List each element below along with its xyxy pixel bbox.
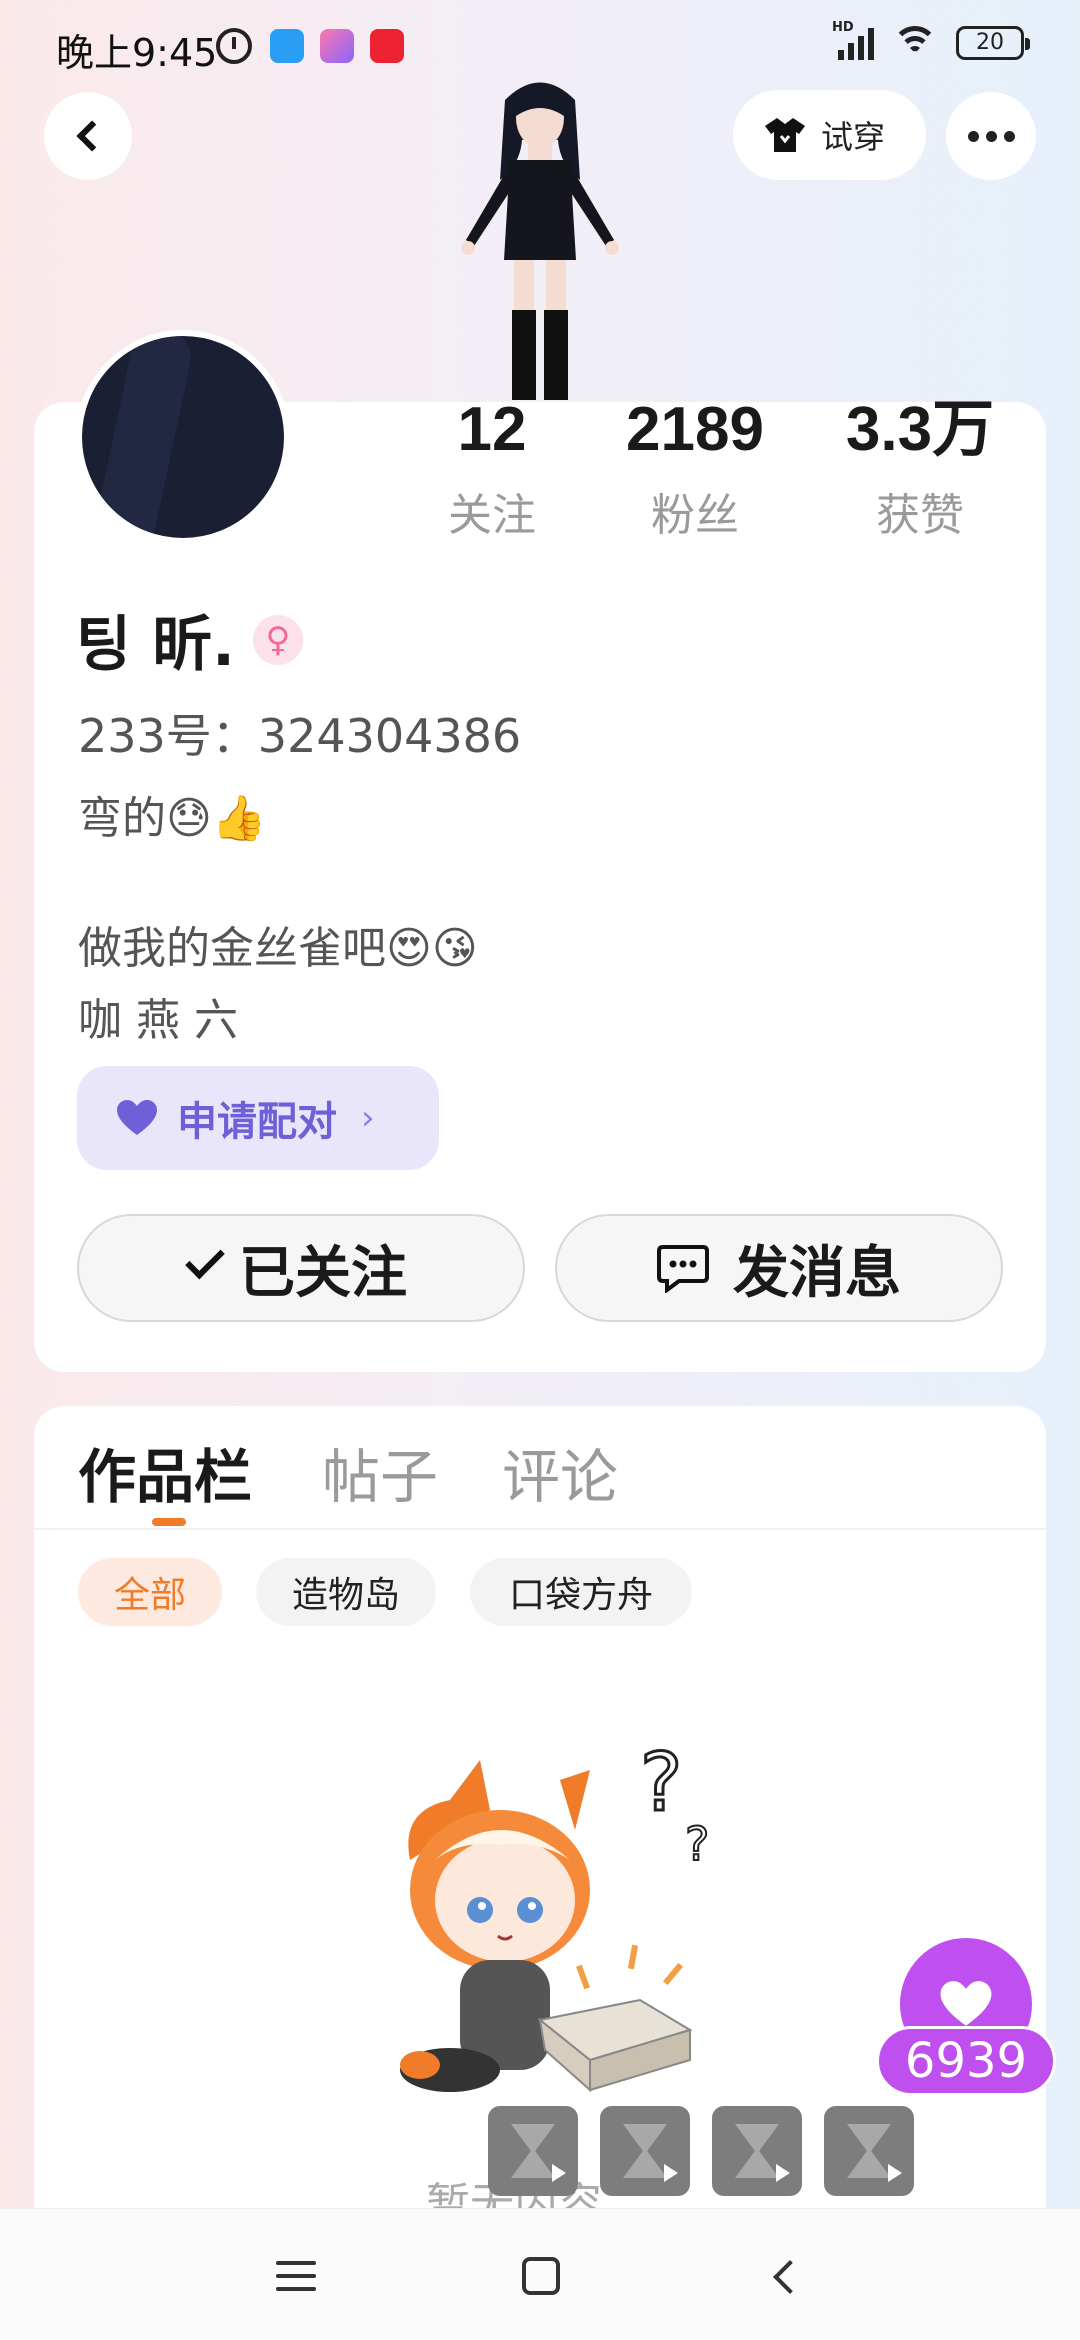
female-gender-icon: ♀ bbox=[252, 614, 303, 665]
bio-line: 做我的金丝雀吧😍😘 bbox=[78, 923, 478, 974]
status-time: 晚上9:45 bbox=[56, 31, 218, 75]
avatar-figure[interactable] bbox=[430, 70, 650, 400]
hd-label: HD bbox=[832, 20, 854, 35]
stat-value: 12 bbox=[457, 395, 527, 464]
shirt-icon bbox=[765, 118, 805, 152]
video-thumbnail[interactable] bbox=[600, 2106, 690, 2196]
system-nav-bar bbox=[0, 2208, 1080, 2340]
tab-comments[interactable]: 评论 bbox=[502, 1430, 618, 1514]
stat-label: 获赞 bbox=[876, 490, 964, 541]
video-thumbnail[interactable] bbox=[712, 2106, 802, 2196]
status-icons: HD 20 bbox=[832, 20, 1030, 60]
send-message-label: 发消息 bbox=[733, 1240, 901, 1306]
bio-line: 弯的😓👍 bbox=[78, 793, 267, 844]
username-text: 팅 昕. bbox=[76, 610, 235, 680]
send-message-button[interactable]: 发消息 bbox=[555, 1214, 1003, 1322]
play-icon bbox=[552, 2164, 566, 2182]
filter-chip-pocket-ark[interactable]: 口袋方舟 bbox=[470, 1558, 692, 1626]
user-id[interactable]: 233号：324304386 bbox=[78, 700, 521, 766]
video-thumbnail[interactable] bbox=[824, 2106, 914, 2196]
notification-app-icon bbox=[320, 29, 354, 63]
signal-icon: HD bbox=[832, 20, 874, 60]
stat-likes[interactable]: 3.3万 获赞 bbox=[810, 395, 1030, 543]
notification-app-icon bbox=[370, 29, 404, 63]
request-pairing-label: 申请配对 bbox=[177, 1099, 337, 1145]
filter-chip-all[interactable]: 全部 bbox=[78, 1558, 222, 1626]
play-icon bbox=[776, 2164, 790, 2182]
menu-icon[interactable] bbox=[276, 2261, 316, 2291]
check-icon bbox=[185, 1239, 225, 1280]
stat-following[interactable]: 12 关注 bbox=[382, 395, 602, 543]
notification-app-icon bbox=[270, 29, 304, 63]
video-thumbnail[interactable] bbox=[488, 2106, 578, 2196]
svg-text:?: ? bbox=[640, 1740, 682, 1829]
empty-state-illustration: ? ? bbox=[400, 1740, 710, 2093]
username: 팅 昕. ♀ bbox=[76, 596, 303, 683]
alarm-icon bbox=[216, 28, 252, 64]
more-dot bbox=[1003, 130, 1015, 142]
play-icon bbox=[888, 2164, 902, 2182]
stat-label: 关注 bbox=[448, 490, 536, 541]
chevron-right-icon: › bbox=[361, 1098, 375, 1138]
more-dot bbox=[985, 130, 997, 142]
followed-label: 已关注 bbox=[239, 1240, 407, 1306]
heart-icon bbox=[940, 1981, 992, 2026]
try-on-button[interactable]: 试穿 bbox=[733, 90, 926, 180]
tab-works[interactable]: 作品栏 bbox=[78, 1430, 252, 1514]
battery-icon: 20 bbox=[956, 26, 1030, 60]
stat-fans[interactable]: 2189 粉丝 bbox=[585, 395, 805, 543]
heart-icon bbox=[117, 1100, 157, 1135]
loading-thumbnails bbox=[488, 2106, 914, 2196]
tab-indicator bbox=[152, 1518, 186, 1526]
bio-line: 咖 燕 六 bbox=[78, 995, 238, 1046]
stat-value: 2189 bbox=[626, 395, 764, 464]
more-options-button[interactable] bbox=[946, 92, 1036, 180]
back-button[interactable] bbox=[44, 92, 132, 180]
request-pairing-button[interactable]: 申请配对 › bbox=[77, 1066, 439, 1170]
play-icon bbox=[664, 2164, 678, 2182]
divider bbox=[34, 1528, 1046, 1530]
battery-level: 20 bbox=[976, 30, 1004, 55]
back-icon[interactable] bbox=[773, 2260, 807, 2294]
wifi-icon bbox=[892, 26, 938, 60]
stat-value: 3.3万 bbox=[845, 395, 995, 464]
home-icon[interactable] bbox=[522, 2257, 560, 2295]
like-count: 6939 bbox=[876, 2026, 1056, 2096]
user-avatar[interactable] bbox=[76, 330, 290, 544]
more-dot bbox=[967, 130, 979, 142]
followed-button[interactable]: 已关注 bbox=[77, 1214, 525, 1322]
chevron-left-icon bbox=[76, 120, 108, 152]
try-on-label: 试穿 bbox=[821, 118, 886, 156]
stat-label: 粉丝 bbox=[651, 490, 739, 541]
chat-bubble-icon bbox=[657, 1245, 709, 1293]
svg-text:?: ? bbox=[685, 1817, 709, 1871]
tab-posts[interactable]: 帖子 bbox=[322, 1430, 438, 1514]
filter-chip-creation-island[interactable]: 造物岛 bbox=[256, 1558, 436, 1626]
